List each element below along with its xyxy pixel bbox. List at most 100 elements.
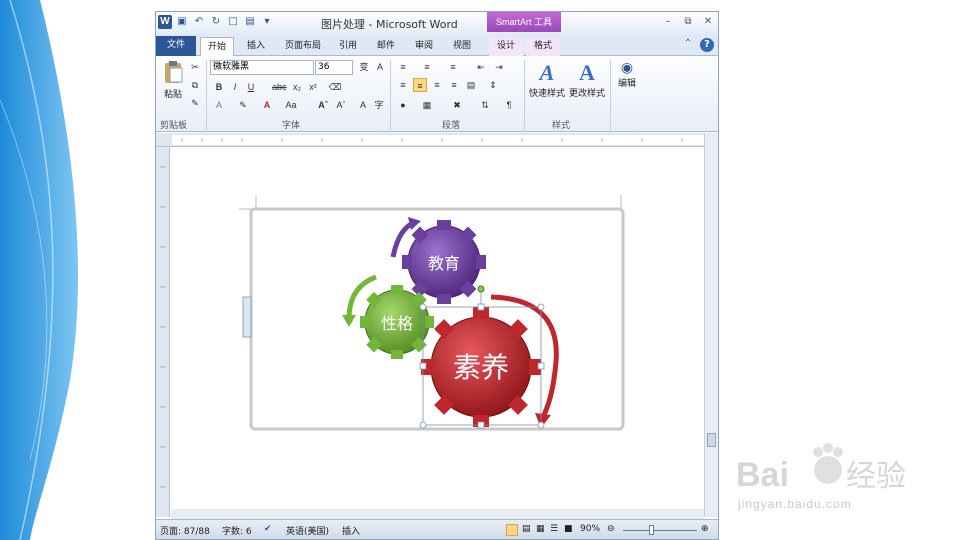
quick-styles-button[interactable]: A 快速样式 [528,60,566,114]
customize-qat-icon[interactable]: ▾ [260,15,274,29]
numbering-icon[interactable]: ≡ [420,60,434,74]
tab-review[interactable]: 审阅 [410,37,438,56]
superscript-icon[interactable]: x² [306,80,320,94]
show-marks-icon[interactable]: ¶ [502,98,516,112]
scroll-thumb[interactable] [707,433,716,447]
gear-quality[interactable]: 素养 [421,307,541,427]
vertical-ruler[interactable] [156,147,170,517]
gear-education[interactable]: 教育 [402,220,486,304]
line-spacing-icon[interactable]: ⇕ [486,78,500,92]
restore-icon[interactable]: ⧉ [682,16,694,28]
zoom-slider-track[interactable] [623,530,697,531]
clear-formatting-icon[interactable]: ⌫ [328,80,342,94]
font-color-icon[interactable]: A [260,98,274,112]
phonetic-guide-icon[interactable]: 变 [357,60,371,74]
bullets-icon[interactable]: ≡ [396,60,410,74]
save-icon[interactable]: ▣ [175,15,189,29]
paste-button[interactable]: 粘贴 [160,60,186,100]
new-document-icon[interactable]: □ [226,15,240,29]
decrease-indent-icon[interactable]: ⇤ [474,60,488,74]
tab-format[interactable]: 格式 [526,37,560,56]
print-layout-icon[interactable] [506,524,518,536]
justify-icon[interactable]: ≡ [447,78,461,92]
strikethrough-icon[interactable]: abc [272,80,287,94]
multilevel-list-icon[interactable]: ≡ [446,60,460,74]
format-painter-icon[interactable]: ✎ [188,96,202,110]
tab-references[interactable]: 引用 [334,37,362,56]
distributed-icon[interactable]: ▤ [464,78,478,92]
change-case-icon[interactable]: Aa [284,98,298,112]
change-styles-button[interactable]: A 更改样式 [568,60,606,114]
enclose-characters-icon[interactable]: 字 [372,98,386,112]
align-left-icon[interactable]: ≡ [396,78,410,92]
borders-icon[interactable]: ▦ [420,98,434,112]
zoom-level[interactable]: 90% [580,524,600,534]
gear-character-label: 性格 [381,314,413,333]
character-shading-icon[interactable]: A [356,98,370,112]
paste-label: 粘贴 [163,90,182,100]
shading-icon[interactable]: ● [396,98,410,112]
full-screen-reading-icon[interactable]: ▤ [522,524,531,534]
character-border-icon[interactable]: A [373,60,387,74]
grow-font-icon[interactable]: Aˆ [316,98,330,112]
document-canvas[interactable]: 教育 性格 素养 [171,147,704,517]
zoom-in-icon[interactable]: ⊕ [701,524,709,534]
tab-view[interactable]: 视图 [448,37,476,56]
align-center-icon[interactable]: ≡ [413,78,427,92]
tab-mailings[interactable]: 邮件 [372,37,400,56]
vertical-scrollbar[interactable] [704,133,718,517]
svg-text:Bai: Bai [736,456,789,494]
minimize-icon[interactable]: – [662,16,674,28]
title-bar: W ▣ ↶ ↻ □ ▤ ▾ 图片处理 - Microsoft Word Smar… [156,12,718,34]
ruler-scale [172,135,704,145]
smartart-graphic[interactable]: 教育 性格 素养 [171,147,704,517]
help-icon[interactable]: ? [700,38,714,52]
bold-icon[interactable]: B [212,80,226,94]
draft-icon[interactable]: ■ [564,524,573,534]
close-icon[interactable]: ✕ [702,16,714,28]
print-preview-icon[interactable]: ▤ [243,15,257,29]
horizontal-scrollbar[interactable] [171,509,704,519]
web-layout-icon[interactable]: ▦ [536,524,545,534]
text-pane-toggle[interactable] [242,296,252,338]
highlight-icon[interactable]: ✎ [236,98,250,112]
align-right-icon[interactable]: ≡ [430,78,444,92]
horizontal-ruler[interactable] [156,133,718,147]
tab-file[interactable]: 文件 [156,36,196,56]
smartart-tools-context: SmartArt 工具 [487,12,561,32]
tab-page-layout[interactable]: 页面布局 [280,37,326,56]
insert-mode[interactable]: 插入 [342,524,360,537]
font-size-field[interactable]: 36 [315,60,353,75]
text-effects-icon[interactable]: A [212,98,226,112]
increase-indent-icon[interactable]: ⇥ [492,60,506,74]
page-count[interactable]: 页面: 87/88 [160,524,210,537]
separator [610,60,611,130]
tab-insert[interactable]: 插入 [240,37,272,56]
sort-icon[interactable]: ⇅ [478,98,492,112]
edit-label: 编辑 [617,79,636,89]
chinese-layout-icon[interactable]: ✖ [450,98,464,112]
underline-icon[interactable]: U [244,80,258,94]
editing-button[interactable]: ◉ 编辑 [614,60,640,114]
word-count[interactable]: 字数: 6 [222,524,252,537]
proofing-icon[interactable]: ✔ [264,524,272,534]
undo-icon[interactable]: ↶ [192,15,206,29]
zoom-out-icon[interactable]: ⊖ [607,524,615,534]
window-title: 图片处理 - Microsoft Word [321,18,458,31]
tab-home[interactable]: 开始 [200,37,234,57]
word-logo-icon[interactable]: W [158,15,172,29]
tab-design[interactable]: 设计 [489,37,523,56]
separator [206,60,207,130]
italic-icon[interactable]: I [228,80,242,94]
cut-icon[interactable]: ✂ [188,60,202,74]
shrink-font-icon[interactable]: Aˇ [334,98,348,112]
redo-icon[interactable]: ↻ [209,15,223,29]
outline-icon[interactable]: ☰ [550,524,558,534]
watermark-url: jingyan.baidu.com [738,497,852,511]
language[interactable]: 英语(美国) [286,524,329,537]
font-name-field[interactable]: 微软雅黑 [210,60,314,75]
minimize-ribbon-icon[interactable]: ⌃ [682,38,694,50]
subscript-icon[interactable]: x₂ [290,80,304,94]
zoom-slider-thumb[interactable] [649,525,654,535]
copy-icon[interactable]: ⧉ [188,78,202,92]
